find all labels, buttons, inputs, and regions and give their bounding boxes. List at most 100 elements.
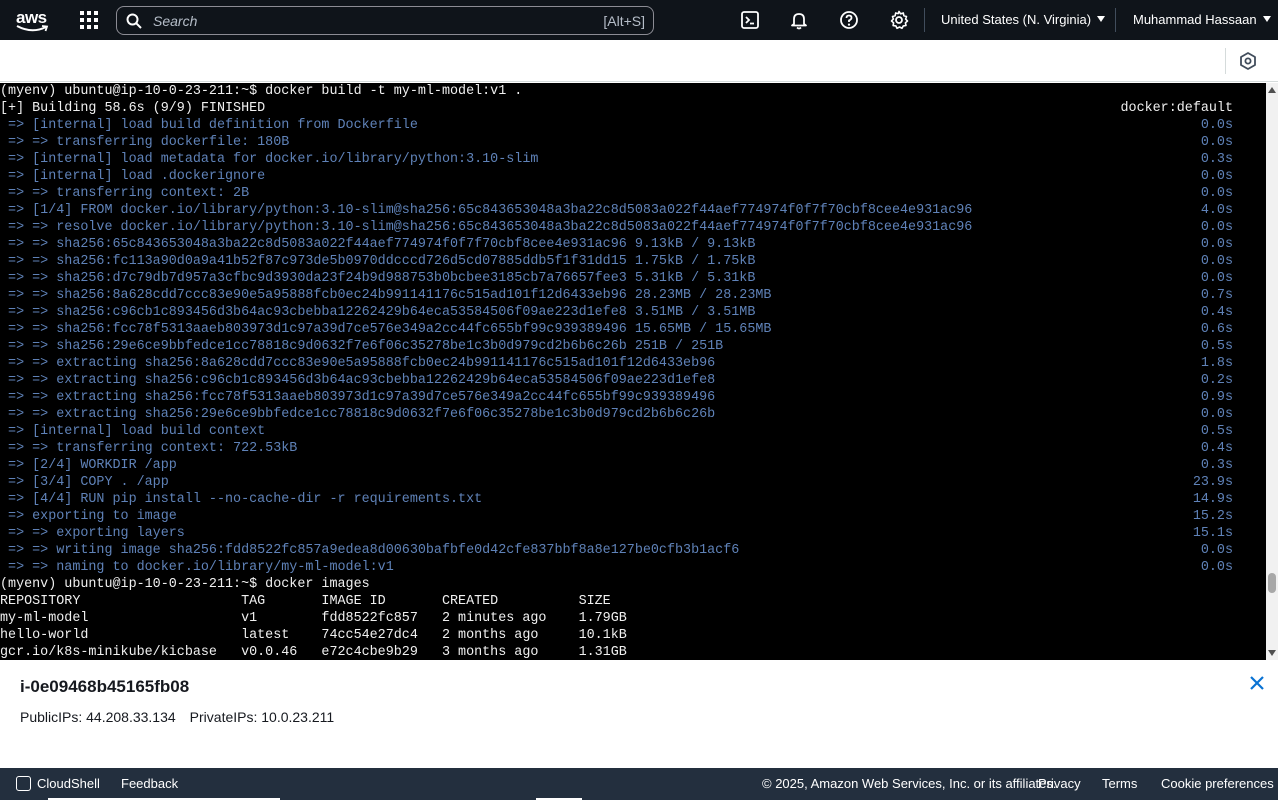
terminal-line-text: => [internal] load metadata for docker.i… [0, 152, 539, 167]
terminal-scrollbar[interactable] [1266, 83, 1278, 660]
cloudshell-icon [16, 776, 31, 791]
terminal-line-duration: 0.0s [1200, 118, 1233, 133]
terminal-line-duration: 0.3s [1200, 152, 1233, 167]
top-navigation-bar: aws Search [Alt+S] United States (N. Vir… [0, 0, 1278, 40]
terminal-line-duration: 15.1s [1192, 526, 1233, 541]
scroll-up-arrow-icon[interactable] [1268, 87, 1276, 93]
terminal-line-duration: 0.7s [1200, 288, 1233, 303]
private-ips: PrivateIPs: 10.0.23.211 [189, 709, 335, 725]
terminal-line-duration: 0.6s [1200, 322, 1233, 337]
terminal-line-text: => [1/4] FROM docker.io/library/python:3… [0, 203, 973, 218]
aws-logo[interactable]: aws [16, 8, 50, 34]
terminal-line-duration: 23.9s [1192, 475, 1233, 490]
terminal-line-duration: 14.9s [1192, 492, 1233, 507]
terminal-line-text: => => writing image sha256:fdd8522fc857a… [0, 543, 740, 558]
terminal-line: (myenv) ubuntu@ip-10-0-23-211:~$ docker … [0, 83, 1266, 100]
terminal-line-text: => => transferring context: 722.53kB [0, 441, 298, 456]
terminal-line-duration: 4.0s [1200, 203, 1233, 218]
terminal-line-duration: 0.0s [1200, 271, 1233, 286]
region-selector[interactable]: United States (N. Virginia) [941, 12, 1106, 27]
terminal-line-text: => => extracting sha256:c96cb1c893456d3b… [0, 373, 716, 388]
terminal-line: => => sha256:fc113a90d0a9a41b52f87c973de… [0, 253, 1266, 270]
terminal-line-text: => => sha256:c96cb1c893456d3b64ac93cbebb… [0, 305, 756, 320]
terminal-line-text: => [internal] load .dockerignore [0, 169, 266, 184]
scroll-down-arrow-icon[interactable] [1268, 650, 1276, 656]
terminal-line: => => sha256:c96cb1c893456d3b64ac93cbebb… [0, 304, 1266, 321]
feedback-link[interactable]: Feedback [121, 776, 178, 791]
privacy-link[interactable]: Privacy [1038, 776, 1081, 791]
terminal-line-text: => => exporting layers [0, 526, 185, 541]
account-menu[interactable]: Muhammad Hassaan [1133, 12, 1271, 27]
cloudshell-button[interactable]: CloudShell [16, 776, 100, 791]
terminal-line: REPOSITORY TAG IMAGE ID CREATED SIZE [0, 593, 1266, 610]
terminal-line: (myenv) ubuntu@ip-10-0-23-211:~$ docker … [0, 576, 1266, 593]
terminal-output[interactable]: (myenv) ubuntu@ip-10-0-23-211:~$ docker … [0, 83, 1266, 660]
terminal-line-text: (myenv) ubuntu@ip-10-0-23-211:~$ docker … [0, 84, 523, 99]
terminal-line-duration: 15.2s [1192, 509, 1233, 524]
terminal-line-duration: docker:default [1120, 101, 1234, 116]
terminal-line-text: hello-world latest 74cc54e27dc4 2 months… [0, 628, 627, 643]
terminal-line-text: => => extracting sha256:8a628cdd7ccc83e9… [0, 356, 716, 371]
console-footer: CloudShell Feedback © 2025, Amazon Web S… [0, 768, 1278, 800]
terminal-line: => [2/4] WORKDIR /app 0.3s [0, 457, 1266, 474]
search-input[interactable]: Search [Alt+S] [116, 6, 654, 35]
nav-divider [1115, 8, 1116, 32]
terminal-line: => [3/4] COPY . /app 23.9s [0, 474, 1266, 491]
terminal-line-duration: 1.8s [1200, 356, 1233, 371]
terminal-line: my-ml-model v1 fdd8522fc857 2 minutes ag… [0, 610, 1266, 627]
terminal-line: hello-world latest 74cc54e27dc4 2 months… [0, 627, 1266, 644]
gear-icon[interactable] [889, 10, 909, 30]
terminal-line-text: => => resolve docker.io/library/python:3… [0, 220, 973, 235]
terminal-line: => [internal] load build definition from… [0, 117, 1266, 134]
terminal-line-duration: 0.0s [1200, 169, 1233, 184]
help-icon[interactable] [839, 10, 859, 30]
terminal-line-duration: 0.0s [1200, 407, 1233, 422]
terminal-line-text: REPOSITORY TAG IMAGE ID CREATED SIZE [0, 594, 611, 609]
terminal-line-text: => => extracting sha256:fcc78f5313aaeb80… [0, 390, 716, 405]
aws-smile-icon [16, 25, 49, 32]
terminal-line-duration: 0.5s [1200, 339, 1233, 354]
toolbar-divider [1225, 48, 1226, 74]
search-placeholder: Search [153, 13, 198, 29]
terminal-line-text: => [internal] load build context [0, 424, 266, 439]
terminal-line-text: gcr.io/k8s-minikube/kicbase v0.0.46 e72c… [0, 645, 627, 660]
terminal-line: => => sha256:29e6ce9bbfedce1cc78818c9d06… [0, 338, 1266, 355]
terminal-line: => [internal] load .dockerignore 0.0s [0, 168, 1266, 185]
terminal-line-text: => => sha256:fcc78f5313aaeb803973d1c97a3… [0, 322, 772, 337]
apps-grid-icon[interactable] [80, 11, 98, 29]
settings-hexagon-icon[interactable] [1238, 51, 1258, 71]
close-icon[interactable] [1248, 674, 1266, 692]
terminal-line: => => sha256:65c843653048a3ba22c8d5083a0… [0, 236, 1266, 253]
instance-ip-info: PublicIPs: 44.208.33.134 PrivateIPs: 10.0… [20, 709, 334, 725]
terminal-line: gcr.io/k8s-minikube/kicbase v0.0.46 e72c… [0, 644, 1266, 660]
scrollbar-thumb[interactable] [1268, 573, 1276, 593]
cookie-preferences-link[interactable]: Cookie preferences [1161, 776, 1274, 791]
public-ips: PublicIPs: 44.208.33.134 [20, 709, 176, 725]
terminal-line-duration: 0.0s [1200, 254, 1233, 269]
bell-icon[interactable] [789, 10, 809, 30]
terminal-line-duration: 0.0s [1200, 186, 1233, 201]
terminal-line-text: [+] Building 58.6s (9/9) FINISHED [0, 101, 266, 116]
caret-down-icon [1262, 16, 1271, 22]
terminal-line-duration: 0.4s [1200, 441, 1233, 456]
terminal-line-text: => => naming to docker.io/library/my-ml-… [0, 560, 394, 575]
terms-link[interactable]: Terms [1102, 776, 1137, 791]
terminal-line: => => sha256:8a628cdd7ccc83e90e5a95888fc… [0, 287, 1266, 304]
terminal-line: => => transferring dockerfile: 180B 0.0s [0, 134, 1266, 151]
terminal-line: => => transferring context: 2B 0.0s [0, 185, 1266, 202]
cloudshell-label: CloudShell [37, 776, 100, 791]
terminal-line-text: my-ml-model v1 fdd8522fc857 2 minutes ag… [0, 611, 627, 626]
session-toolbar [0, 40, 1278, 82]
terminal-line-text: => exporting to image [0, 509, 177, 524]
terminal-line-duration: 0.4s [1200, 305, 1233, 320]
cloudshell-icon[interactable] [740, 10, 760, 30]
terminal-line-text: => [internal] load build definition from… [0, 118, 418, 133]
terminal-line-duration: 0.0s [1200, 135, 1233, 150]
terminal-line-duration: 0.5s [1200, 424, 1233, 439]
terminal-line-text: (myenv) ubuntu@ip-10-0-23-211:~$ docker … [0, 577, 370, 592]
terminal-line: => => naming to docker.io/library/my-ml-… [0, 559, 1266, 576]
terminal-line: => => resolve docker.io/library/python:3… [0, 219, 1266, 236]
terminal-line-text: => => sha256:29e6ce9bbfedce1cc78818c9d06… [0, 339, 724, 354]
terminal-line-text: => [3/4] COPY . /app [0, 475, 169, 490]
terminal-line: => => sha256:d7c79db7d957a3cfbc9d3930da2… [0, 270, 1266, 287]
